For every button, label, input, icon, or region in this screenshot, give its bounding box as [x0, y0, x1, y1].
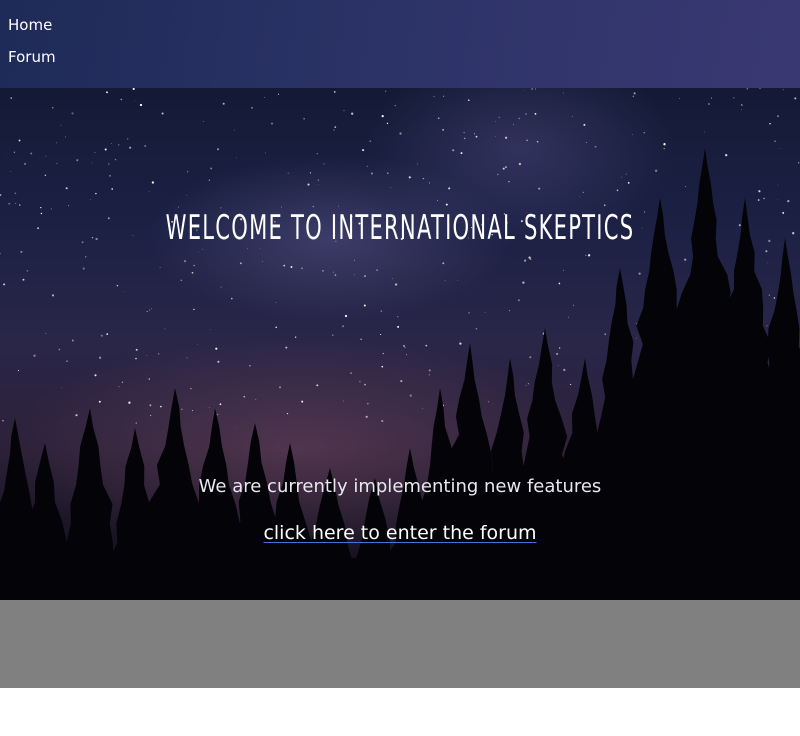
hero-banner: WELCOME TO INTERNATIONAL SKEPTICS We are…: [0, 88, 800, 600]
page: Home Forum WELCOME TO INTERNATIONAL SKEP…: [0, 0, 800, 736]
nav-link-home[interactable]: Home: [8, 15, 52, 35]
hero-title: WELCOME TO INTERNATIONAL SKEPTICS: [165, 208, 635, 248]
hero-subtitle: We are currently implementing new featur…: [198, 476, 602, 497]
enter-forum-link[interactable]: click here to enter the forum: [263, 522, 536, 544]
top-nav: Home Forum: [0, 0, 800, 88]
nav-link-forum[interactable]: Forum: [8, 47, 56, 67]
forum-link-container: click here to enter the forum: [0, 520, 800, 546]
footer-band: [0, 600, 800, 688]
